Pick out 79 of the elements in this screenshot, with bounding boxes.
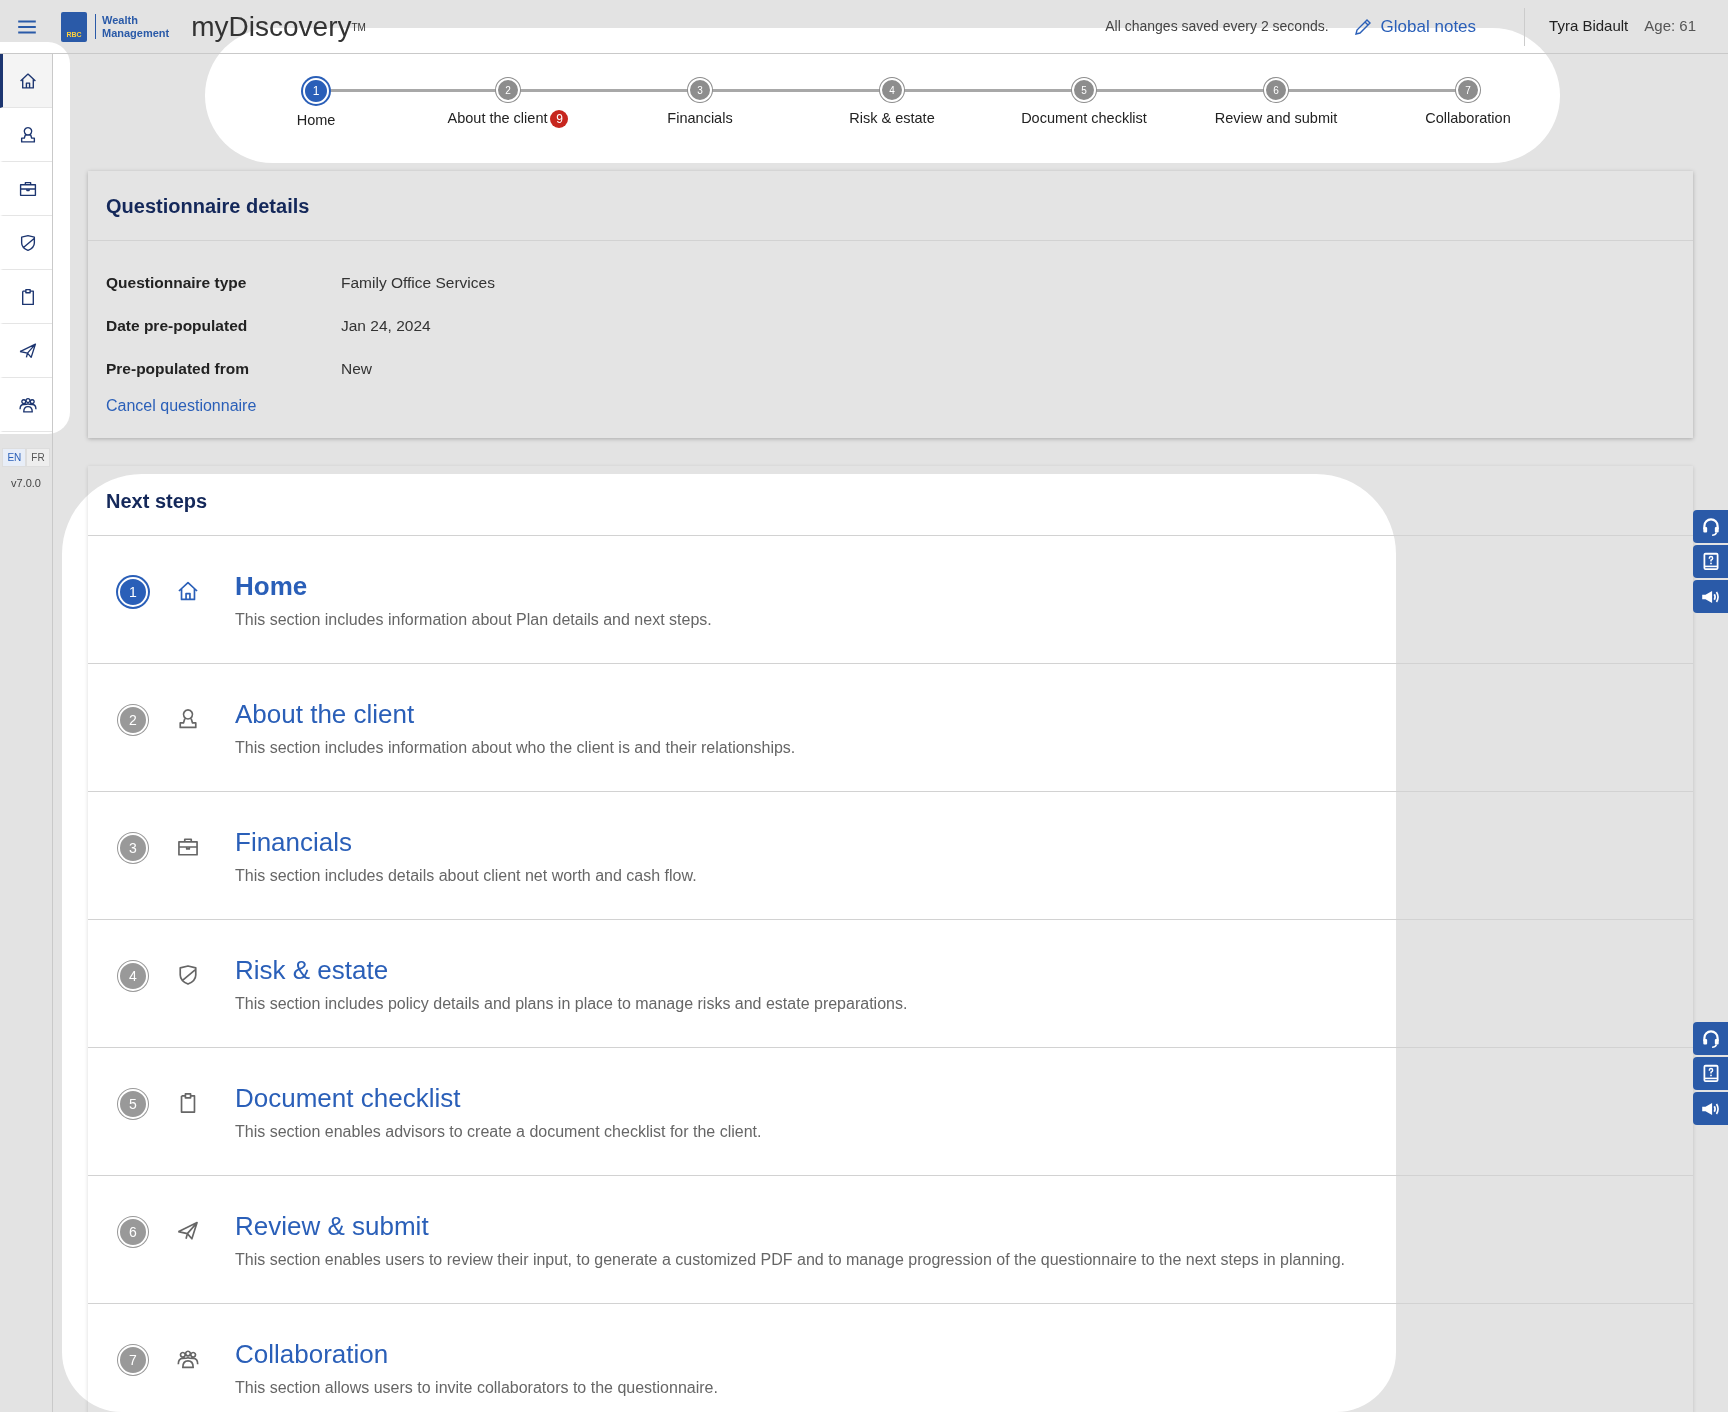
step-label: Collaboration (1425, 109, 1511, 128)
briefcase-icon (18, 179, 37, 198)
client-age: Age: 61 (1644, 16, 1696, 37)
sidebar-item[interactable] (0, 54, 52, 108)
stepper-step[interactable]: 5 Document checklist (988, 78, 1180, 163)
shield-icon (18, 233, 37, 252)
step-number: 4 (118, 961, 148, 991)
step-label: Financials (667, 109, 733, 128)
field-value: Jan 24, 2024 (341, 315, 431, 336)
client-name: Tyra Bidault (1549, 16, 1629, 37)
paper-plane-icon (177, 1220, 199, 1242)
step-number: 3 (688, 78, 712, 102)
step-number: 5 (118, 1089, 148, 1119)
step-number: 6 (118, 1217, 148, 1247)
cancel-link[interactable]: Cancel questionnaire (106, 397, 257, 414)
section-description: This section includes policy details and plans in place to manage risks and estate preparations. (235, 993, 908, 1014)
field-label: Pre-populated from (106, 358, 250, 379)
section-link[interactable]: Risk & estate (235, 955, 389, 985)
group-icon (18, 395, 37, 414)
version-label: v7.0.0 (11, 477, 41, 489)
person-icon (18, 125, 37, 144)
paper-plane-icon (18, 341, 37, 360)
step-label: Document checklist (1021, 109, 1147, 128)
side-tool-button[interactable] (1693, 1057, 1728, 1090)
language-toggle[interactable]: FR (26, 448, 50, 467)
language-toggle[interactable]: EN (2, 448, 27, 467)
side-tool-button[interactable] (1693, 1022, 1728, 1055)
section-description: This section includes details about client net worth and cash flow. (235, 865, 697, 886)
logo-text: Wealth Management (95, 13, 170, 40)
section-link[interactable]: Financials (235, 827, 353, 857)
section-link[interactable]: About the client (235, 699, 415, 729)
side-tool-button[interactable] (1693, 1092, 1728, 1125)
section-description: This section includes information about who the client is and their relationships. (235, 737, 796, 758)
step-number: 7 (1456, 78, 1480, 102)
global-notes-link[interactable]: Global notes (1352, 13, 1477, 40)
section-description: This section allows users to invite collaborators to the questionnaire. (235, 1377, 718, 1398)
step-number: 3 (118, 833, 148, 863)
shield-icon (177, 964, 199, 986)
side-tool-button[interactable] (1693, 580, 1728, 613)
card-title: Next steps (106, 488, 208, 514)
section-description: This section enables advisors to create a document checklist for the client. (235, 1121, 762, 1142)
step-number: 1 (303, 78, 329, 104)
side-tool-button[interactable] (1693, 545, 1728, 578)
step-label: About the client (447, 109, 548, 128)
stepper-step[interactable]: 7 Collaboration (1372, 78, 1564, 163)
home-icon (18, 71, 37, 90)
section-link[interactable]: Document checklist (235, 1083, 461, 1113)
section-description: This section enables users to review their input, to generate a customized PDF and to manage progression of the questionnaire to the next steps in planning. (235, 1249, 1345, 1270)
step-number: 7 (118, 1345, 148, 1375)
section-description: This section includes information about Plan details and next steps. (235, 609, 712, 630)
step-number: 2 (118, 705, 148, 735)
person-icon (177, 708, 199, 730)
stepper-step[interactable]: 4 Risk & estate (796, 78, 988, 163)
side-tool-button[interactable] (1693, 510, 1728, 543)
field-value: New (341, 358, 372, 379)
step-label: Risk & estate (849, 109, 935, 128)
step-number: 6 (1264, 78, 1288, 102)
group-icon (177, 1348, 199, 1370)
stepper-step[interactable]: 6 Review and submit (1180, 78, 1372, 163)
save-status: All changes saved every 2 seconds. (1105, 17, 1329, 36)
field-label: Date pre-populated (106, 315, 249, 336)
briefcase-icon (177, 836, 199, 858)
stepper-step[interactable]: 1 Home (220, 78, 412, 163)
stepper-step[interactable]: 3 Financials (604, 78, 796, 163)
stepper-step[interactable]: 2 About the client 9 (412, 78, 604, 163)
section-link[interactable]: Collaboration (235, 1339, 389, 1369)
field-label: Questionnaire type (106, 272, 248, 293)
card-title: Questionnaire details (106, 193, 310, 219)
app-title: myDiscovery$^{TM}$ (191, 9, 366, 44)
step-number: 2 (496, 78, 520, 102)
field-value: Family Office Services (341, 272, 495, 293)
home-icon (177, 580, 199, 602)
step-number: 4 (880, 78, 904, 102)
step-number: 1 (118, 577, 148, 607)
step-number: 5 (1072, 78, 1096, 102)
step-label: Home (296, 111, 336, 130)
section-link[interactable]: Review & submit (235, 1211, 429, 1241)
step-label: Review and submit (1214, 109, 1338, 128)
section-link[interactable]: Home (235, 571, 308, 601)
